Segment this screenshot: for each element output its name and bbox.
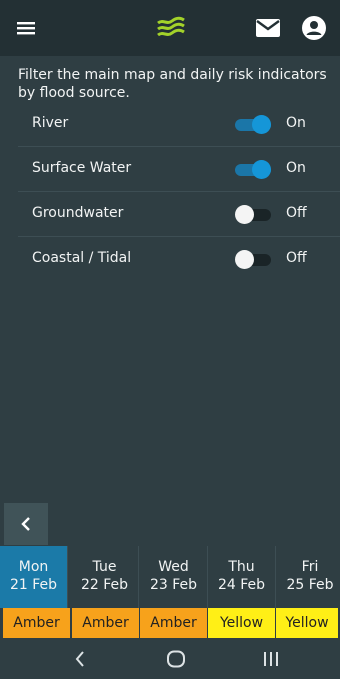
toggle-state-text: Off (286, 250, 307, 266)
day-tab-mon[interactable]: Mon 21 Feb (0, 546, 68, 608)
day-date: 21 Feb (9, 577, 58, 593)
toggle-state-text: On (286, 115, 306, 131)
filter-intro-text: Filter the main map and daily risk indic… (18, 67, 327, 101)
flood-waves-logo-icon (155, 14, 187, 42)
day-date: 23 Feb (149, 577, 198, 593)
back-icon[interactable] (73, 649, 87, 673)
chevron-left-icon (21, 517, 30, 531)
day-date: 24 Feb (217, 577, 266, 593)
source-label: Surface Water (32, 160, 132, 176)
source-row-coastal-tidal[interactable]: Coastal / Tidal Off (18, 237, 340, 282)
day-tab-fri[interactable]: Fri 25 Feb (276, 546, 340, 608)
day-tab-thu[interactable]: Thu 24 Feb (208, 546, 276, 608)
day-tab-tue[interactable]: Tue 22 Feb (71, 546, 139, 608)
day-name: Mon (18, 559, 49, 575)
flood-source-filter-panel: Filter the main map and daily risk indic… (0, 56, 340, 546)
day-date: 25 Feb (286, 577, 334, 593)
day-tab-wed[interactable]: Wed 23 Feb (140, 546, 208, 608)
river-toggle[interactable] (235, 114, 271, 134)
collapse-panel-button[interactable] (4, 503, 48, 545)
recents-icon[interactable] (261, 649, 281, 673)
surface-water-toggle[interactable] (235, 159, 271, 179)
source-row-surface-water[interactable]: Surface Water On (18, 147, 340, 192)
risk-badge-wed: Amber (140, 608, 207, 638)
risk-badge-fri: Yellow (276, 608, 338, 638)
day-date: 22 Feb (80, 577, 129, 593)
mail-icon[interactable] (254, 16, 282, 40)
source-label: Groundwater (32, 205, 124, 221)
source-label: Coastal / Tidal (32, 250, 132, 266)
account-circle-icon[interactable] (300, 14, 328, 42)
source-row-groundwater[interactable]: Groundwater Off (18, 192, 340, 237)
day-selector: Mon 21 Feb Tue 22 Feb Wed 23 Feb Thu 24 … (0, 546, 340, 608)
toggle-state-text: On (286, 160, 306, 176)
risk-badge-tue: Amber (72, 608, 139, 638)
hamburger-menu-icon[interactable] (14, 16, 38, 40)
source-label: River (32, 115, 69, 131)
coastal-tidal-toggle[interactable] (235, 249, 271, 269)
risk-indicator-strip: Amber Amber Amber Yellow Yellow (0, 608, 340, 638)
risk-badge-mon: Amber (3, 608, 70, 638)
system-nav-bar (0, 638, 340, 679)
toggle-state-text: Off (286, 205, 307, 221)
source-row-river[interactable]: River On (18, 102, 340, 147)
app-header (0, 0, 340, 56)
home-icon[interactable] (166, 649, 186, 673)
day-name: Fri (301, 559, 319, 575)
groundwater-toggle[interactable] (235, 204, 271, 224)
day-name: Tue (92, 559, 117, 575)
day-name: Thu (228, 559, 255, 575)
day-name: Wed (158, 559, 189, 575)
risk-badge-thu: Yellow (208, 608, 275, 638)
